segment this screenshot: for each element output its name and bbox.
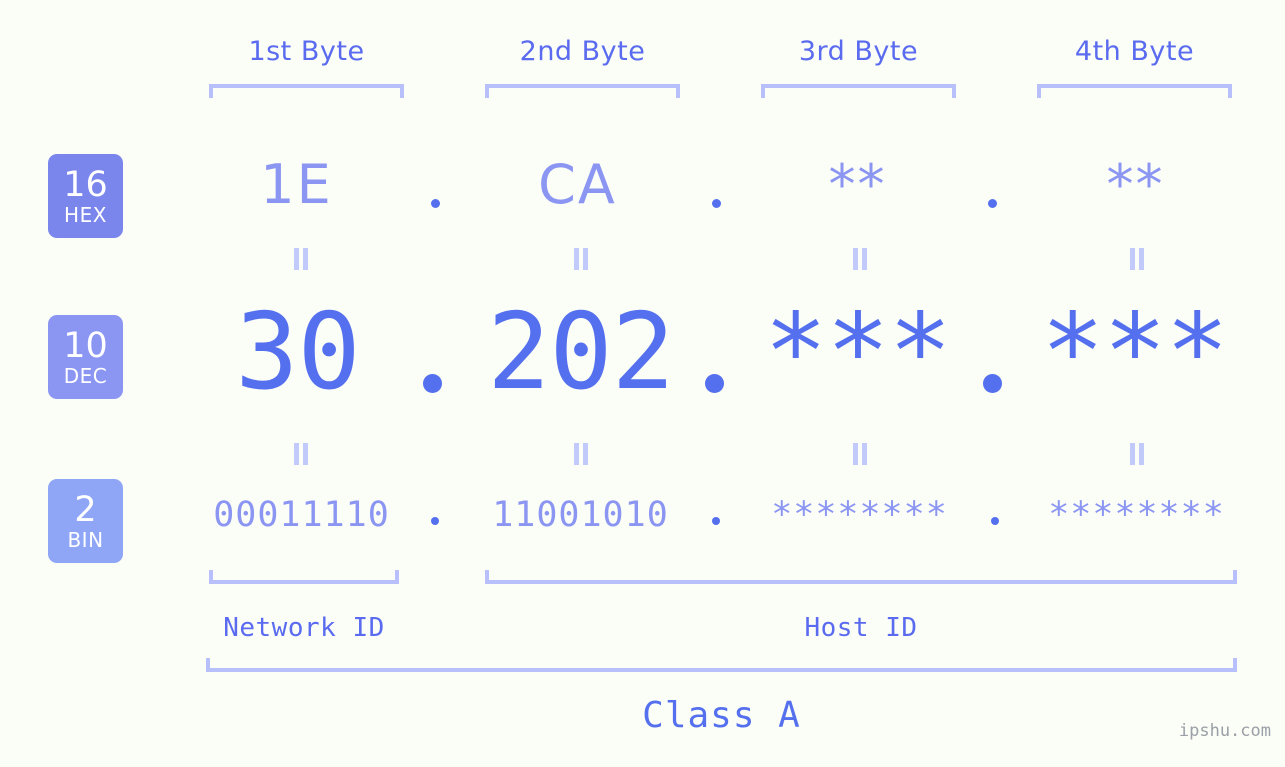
- hex-value-byte-2: CA: [538, 153, 617, 216]
- base-badge-hex[interactable]: 16 HEX: [48, 154, 123, 238]
- hex-dot-separator-2: [712, 199, 721, 208]
- hex-value-byte-4: **: [1106, 153, 1165, 216]
- bin-value-byte-2: 11001010: [492, 495, 669, 535]
- dec-value-byte-1: 30: [235, 291, 360, 413]
- base-badge-dec-abbr: DEC: [63, 363, 108, 388]
- hex-dot-separator-3: [988, 199, 997, 208]
- equals-separator-dec-bin-4: [1128, 443, 1146, 465]
- bin-dot-separator-2: [712, 517, 720, 525]
- byte-header-label-2: 2nd Byte: [519, 36, 646, 67]
- equals-separator-hex-dec-3: [851, 248, 869, 270]
- dec-value-byte-2: 202: [487, 291, 675, 413]
- bin-value-byte-1: 00011110: [213, 495, 390, 535]
- equals-separator-hex-dec-4: [1128, 248, 1146, 270]
- dec-dot-separator-2: [705, 374, 724, 393]
- base-badge-hex-number: 16: [63, 164, 108, 205]
- host-id-label: Host ID: [804, 613, 918, 643]
- byte-header-label-4: 4th Byte: [1074, 36, 1195, 67]
- byte-bracket-2: [485, 84, 680, 98]
- bin-dot-separator-3: [991, 517, 999, 525]
- base-badge-dec[interactable]: 10 DEC: [48, 315, 123, 399]
- byte-bracket-4: [1037, 84, 1232, 98]
- equals-separator-dec-bin-3: [851, 443, 869, 465]
- host-id-bracket: [485, 570, 1237, 584]
- bin-dot-separator-1: [431, 517, 439, 525]
- bin-value-byte-4: ********: [1048, 495, 1225, 535]
- equals-separator-dec-bin-1: [292, 443, 310, 465]
- base-badge-bin-abbr: BIN: [67, 527, 104, 552]
- hex-dot-separator-1: [431, 199, 440, 208]
- equals-separator-hex-dec-2: [572, 248, 590, 270]
- base-badge-hex-abbr: HEX: [64, 202, 107, 227]
- byte-header-label-3: 3rd Byte: [798, 36, 919, 67]
- hex-value-byte-1: 1E: [260, 153, 333, 216]
- base-badge-dec-number: 10: [63, 325, 108, 366]
- dec-dot-separator-3: [983, 374, 1002, 393]
- byte-bracket-1: [209, 84, 404, 98]
- bin-value-byte-3: ********: [771, 495, 948, 535]
- equals-separator-hex-dec-1: [292, 248, 310, 270]
- site-watermark: ipshu.com: [1178, 721, 1271, 741]
- equals-separator-dec-bin-2: [572, 443, 590, 465]
- byte-header-label-1: 1st Byte: [248, 36, 365, 67]
- ip-address-breakdown-diagram: 1st Byte 2nd Byte 3rd Byte 4th Byte 16 H…: [0, 0, 1285, 767]
- network-id-bracket: [209, 570, 399, 584]
- base-badge-bin-number: 2: [74, 489, 97, 530]
- base-badge-bin[interactable]: 2 BIN: [48, 479, 123, 563]
- class-label: Class A: [642, 695, 801, 736]
- class-bracket: [206, 658, 1237, 672]
- byte-bracket-3: [761, 84, 956, 98]
- dec-dot-separator-1: [423, 374, 442, 393]
- network-id-label: Network ID: [223, 613, 385, 643]
- hex-value-byte-3: **: [828, 153, 887, 216]
- dec-value-byte-4: ***: [1041, 291, 1229, 413]
- dec-value-byte-3: ***: [764, 291, 952, 413]
